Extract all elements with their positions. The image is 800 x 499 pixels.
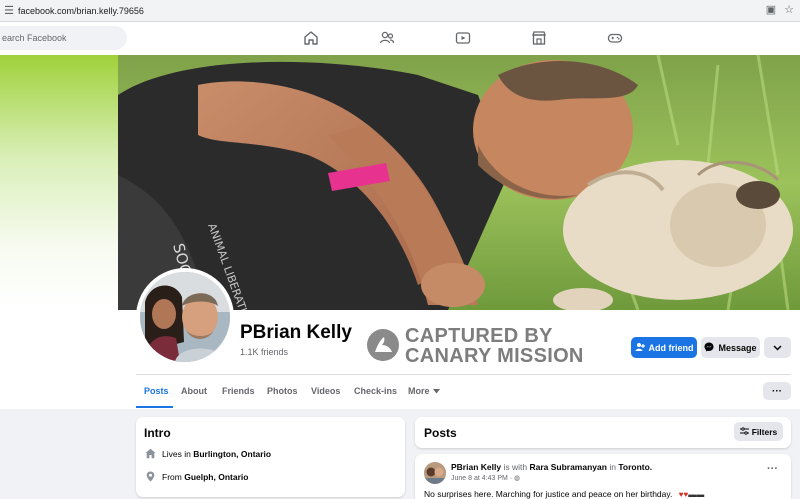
- more-options-button[interactable]: [764, 337, 791, 358]
- globe-icon: ◍: [514, 475, 521, 482]
- lives-prefix: Lives in: [162, 448, 191, 459]
- profile-more-button[interactable]: ···: [763, 382, 791, 400]
- chevron-down-icon: [773, 343, 782, 353]
- filters-button[interactable]: Filters: [734, 422, 783, 441]
- post-location[interactable]: Toronto.: [618, 462, 652, 472]
- caret-down-icon: [432, 386, 440, 396]
- profile-avatar[interactable]: [136, 268, 234, 366]
- profile-name: PBrian Kelly: [240, 322, 352, 343]
- profile-header-area: [0, 310, 800, 409]
- post-card: PBrian Kelly is with Rara Subramanyan in…: [415, 454, 791, 499]
- filters-label: Filters: [751, 426, 778, 437]
- add-friend-icon: [635, 342, 645, 354]
- intro-card: Intro Lives in Burlington, Ontario From …: [136, 417, 405, 497]
- tab-videos[interactable]: Videos: [311, 386, 340, 396]
- post-author-avatar[interactable]: [424, 462, 446, 484]
- post-header: PBrian Kelly is with Rara Subramanyan in…: [451, 462, 652, 472]
- browser-address-bar: ☰ facebook.com/brian.kelly.79656 ▣ ☆: [0, 0, 800, 22]
- post-author[interactable]: PBrian Kelly: [451, 462, 501, 472]
- tab-check-ins[interactable]: Check-ins: [354, 386, 397, 396]
- from-city[interactable]: Guelph, Ontario: [184, 472, 248, 482]
- location-pin-icon: [145, 471, 156, 482]
- video-icon[interactable]: [455, 30, 471, 46]
- posts-header-card: Posts Filters: [415, 417, 791, 448]
- messenger-icon: [704, 342, 714, 354]
- post-body-text: No surprises here. Marching for justice …: [424, 489, 673, 499]
- message-label: Message: [718, 342, 757, 353]
- intro-lives-in: Lives in Burlington, Ontario: [145, 448, 271, 459]
- profile-background-panel: [0, 55, 118, 310]
- search-placeholder: earch Facebook: [2, 33, 67, 43]
- canary-mission-logo-icon: [366, 328, 400, 362]
- home-icon: [145, 448, 156, 459]
- add-friend-label: Add friend: [648, 342, 694, 353]
- gaming-icon[interactable]: [607, 30, 623, 46]
- intro-from: From Guelph, Ontario: [145, 471, 248, 482]
- facebook-top-nav: earch Facebook: [0, 22, 800, 55]
- post-body: No surprises here. Marching for justice …: [424, 489, 704, 499]
- bookmark-star-icon[interactable]: ☆: [784, 3, 794, 16]
- lives-city[interactable]: Burlington, Ontario: [193, 449, 271, 459]
- tab-friends[interactable]: Friends: [222, 386, 255, 396]
- post-in-text: in: [609, 462, 616, 472]
- post-with-text: is with: [503, 462, 528, 472]
- search-input[interactable]: earch Facebook: [0, 26, 127, 50]
- posts-title: Posts: [424, 426, 457, 440]
- watermark-line2: CANARY MISSION: [405, 345, 584, 367]
- cast-icon[interactable]: ▣: [766, 3, 776, 16]
- post-tagged-person[interactable]: Rara Subramanyan: [529, 462, 606, 472]
- url-text[interactable]: facebook.com/brian.kelly.79656: [18, 6, 144, 16]
- site-settings-icon[interactable]: ☰: [0, 0, 18, 22]
- hearts-flags-emoji-icon: ♥♥▬▬: [678, 490, 705, 499]
- tab-more-label: More: [408, 386, 430, 396]
- watermark-line1: CAPTURED BY: [405, 325, 553, 347]
- sliders-icon: [739, 426, 749, 437]
- friends-icon[interactable]: [379, 30, 395, 46]
- add-friend-button[interactable]: Add friend: [631, 337, 697, 358]
- post-meta-text: June 8 at 4:43 PM ·: [451, 475, 513, 482]
- cover-photo[interactable]: SOCIAL ANIMAL LIBERATI: [118, 55, 800, 310]
- tab-photos[interactable]: Photos: [267, 386, 298, 396]
- ellipsis-icon: ···: [772, 385, 782, 397]
- from-prefix: From: [162, 471, 182, 482]
- tab-about[interactable]: About: [181, 386, 207, 396]
- marketplace-icon[interactable]: [531, 30, 547, 46]
- friends-count[interactable]: 1.1K friends: [240, 347, 288, 357]
- home-icon[interactable]: [303, 30, 319, 46]
- post-timestamp[interactable]: June 8 at 4:43 PM · ◍: [451, 474, 520, 482]
- intro-title: Intro: [144, 426, 171, 440]
- header-divider: [136, 374, 791, 375]
- tab-posts[interactable]: Posts: [144, 386, 169, 396]
- active-tab-indicator: [136, 406, 173, 408]
- post-options-button[interactable]: ···: [767, 463, 778, 475]
- tab-more[interactable]: More: [408, 386, 440, 396]
- message-button[interactable]: Message: [701, 337, 760, 358]
- watermark-text: CAPTURED BY CANARY MISSION: [405, 326, 584, 366]
